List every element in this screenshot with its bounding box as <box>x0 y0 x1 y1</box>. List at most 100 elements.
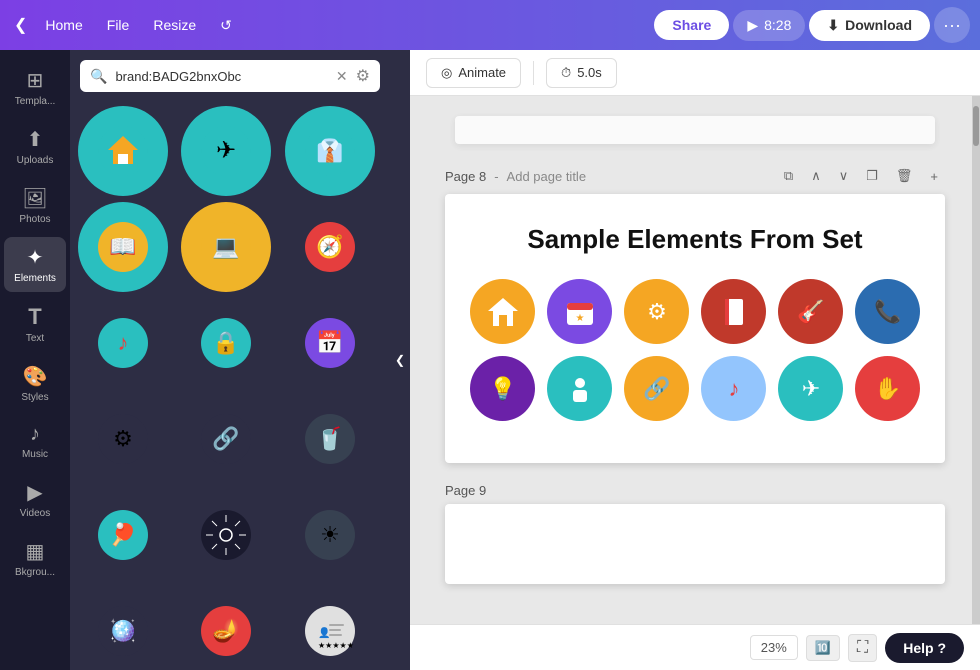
sidebar-item-photos[interactable]: 🖼 Photos <box>4 178 66 233</box>
svg-text:🏓: 🏓 <box>109 520 136 547</box>
svg-text:🪩: 🪩 <box>109 618 136 643</box>
element-pingpong[interactable]: 🏓 <box>78 490 168 580</box>
svg-text:⚙: ⚙ <box>113 426 133 451</box>
toolbar-divider <box>533 61 534 85</box>
element-home[interactable] <box>78 106 168 196</box>
share-button[interactable]: Share <box>654 10 729 40</box>
home-button[interactable]: Home <box>35 11 92 39</box>
animate-button[interactable]: ◎ Animate <box>426 58 521 88</box>
element-chain[interactable]: 🔗 <box>181 394 271 484</box>
music-icon: ♪ <box>30 423 40 446</box>
search-input[interactable] <box>115 69 327 84</box>
svg-text:🔗: 🔗 <box>213 425 240 452</box>
element-music[interactable]: ♪ <box>78 298 168 388</box>
more-options-button[interactable]: ··· <box>934 7 970 43</box>
page-copy-layout-button[interactable]: ⧉ <box>777 164 800 188</box>
sidebar-item-music[interactable]: ♪ Music <box>4 415 66 468</box>
background-icon: ▦ <box>26 539 45 564</box>
fullscreen-button[interactable]: ⛶ <box>848 634 877 662</box>
download-button[interactable]: ⬇ Download <box>809 10 930 41</box>
canvas-icon-plane[interactable]: ✈ <box>778 356 843 421</box>
file-button[interactable]: File <box>97 11 140 39</box>
svg-text:★: ★ <box>575 313 584 324</box>
element-lock[interactable]: 🔒 <box>181 298 271 388</box>
element-calendar[interactable]: 📅 <box>285 298 375 388</box>
element-laptop[interactable]: 💻 <box>181 202 271 292</box>
element-burst[interactable] <box>181 490 271 580</box>
canvas-icon-hand[interactable]: ✋ <box>855 356 920 421</box>
zoom-display[interactable]: 23% <box>750 635 798 660</box>
canvas-icon-gear[interactable]: ⚙ <box>624 279 689 344</box>
previous-page-partial <box>455 116 935 144</box>
canvas-icon-person[interactable] <box>547 356 612 421</box>
resize-button[interactable]: Resize <box>143 11 206 39</box>
element-sun[interactable]: ☀ <box>285 490 375 580</box>
page-delete-button[interactable]: 🗑 <box>889 164 920 188</box>
elements-grid: ✈ 👔 📖 💻 🧭 ♪ 🔒 📅 <box>70 102 390 670</box>
canvas-icon-chain[interactable]: 🔗 <box>624 356 689 421</box>
sidebar: ⊞ Templa... ⬆ Uploads 🖼 Photos ✦ Element… <box>0 50 70 670</box>
svg-text:💻: 💻 <box>213 234 240 259</box>
element-usercard[interactable]: 👤★★★★★ <box>285 586 375 670</box>
page8-add-title[interactable]: Add page title <box>507 169 587 184</box>
main-area: ⊞ Templa... ⬆ Uploads 🖼 Photos ✦ Element… <box>0 50 980 670</box>
play-button[interactable]: ▶ 8:28 <box>733 10 805 41</box>
header-nav: ❮ Home File Resize ↺ <box>10 11 242 40</box>
canvas-icon-calendar-star[interactable]: ★ <box>547 279 612 344</box>
element-book[interactable]: 📖 <box>78 202 168 292</box>
svg-text:🔗: 🔗 <box>643 375 670 402</box>
canvas-icon-bulb[interactable]: 💡 <box>470 356 535 421</box>
sidebar-item-videos[interactable]: ▶ Videos <box>4 472 66 527</box>
page-add-button[interactable]: + <box>923 164 945 188</box>
svg-text:★★★★★: ★★★★★ <box>318 641 354 650</box>
svg-text:📞: 📞 <box>874 297 902 324</box>
sidebar-item-templates[interactable]: ⊞ Templa... <box>4 60 66 115</box>
sidebar-item-elements[interactable]: ✦ Elements <box>4 237 66 292</box>
page8-label: Page 8 <box>445 169 486 184</box>
collapse-panel-button[interactable]: ❮ <box>390 50 410 670</box>
search-clear-icon[interactable]: ✕ <box>336 68 348 85</box>
element-compass[interactable]: 🧭 <box>285 202 375 292</box>
page-number-button[interactable]: 🔟 <box>806 635 840 661</box>
element-gear[interactable]: ⚙ <box>78 394 168 484</box>
page8-icon-row1: ★ ⚙ 🎸 📞 <box>469 279 921 344</box>
canvas-scroll[interactable]: Page 8 - Add page title ⧉ ∧ ∨ ❐ 🗑 + Samp… <box>410 96 980 624</box>
svg-text:💡: 💡 <box>489 376 516 401</box>
sidebar-item-text[interactable]: T Text <box>4 296 66 352</box>
duration-button[interactable]: ⏱ 5.0s <box>546 58 617 88</box>
uploads-icon: ⬆ <box>27 127 44 152</box>
page-duplicate-button[interactable]: ❐ <box>859 164 885 188</box>
canvas-toolbar: ◎ Animate ⏱ 5.0s <box>410 50 980 96</box>
svg-text:🔒: 🔒 <box>213 330 240 355</box>
page-move-down-button[interactable]: ∨ <box>832 164 856 188</box>
sidebar-item-background[interactable]: ▦ Bkgrou... <box>4 531 66 586</box>
svg-text:✋: ✋ <box>874 376 901 401</box>
canvas-icon-book[interactable] <box>701 279 766 344</box>
element-airplane[interactable]: ✈ <box>181 106 271 196</box>
element-waiter[interactable]: 👔 <box>285 106 375 196</box>
text-icon: T <box>28 304 41 330</box>
page8-header: Page 8 - Add page title ⧉ ∧ ∨ ❐ 🗑 + <box>445 164 945 188</box>
page8-canvas-inner: Sample Elements From Set ★ ⚙ <box>445 194 945 463</box>
undo-button[interactable]: ↺ <box>210 11 242 40</box>
element-coffee[interactable]: 🥤 <box>285 394 375 484</box>
canvas-icon-phone[interactable]: 📞 <box>855 279 920 344</box>
sidebar-item-uploads[interactable]: ⬆ Uploads <box>4 119 66 174</box>
canvas-icon-music-note[interactable]: ♪ <box>701 356 766 421</box>
svg-text:🥤: 🥤 <box>316 426 343 451</box>
svg-text:✈: ✈ <box>216 137 236 164</box>
element-lamp[interactable]: 🪔 <box>181 586 271 670</box>
canvas-icon-guitar[interactable]: 🎸 <box>778 279 843 344</box>
help-button[interactable]: Help ? <box>885 633 964 663</box>
canvas-icon-home[interactable] <box>470 279 535 344</box>
page8-icon-row2: 💡 🔗 ♪ ✈ <box>469 356 921 421</box>
styles-icon: 🎨 <box>23 364 48 389</box>
elements-icon: ✦ <box>27 245 44 270</box>
back-chevron-icon[interactable]: ❮ <box>10 11 31 39</box>
page8-title: Sample Elements From Set <box>469 224 921 255</box>
page-move-up-button[interactable]: ∧ <box>804 164 828 188</box>
sidebar-item-styles[interactable]: 🎨 Styles <box>4 356 66 411</box>
element-discoball[interactable]: 🪩 <box>78 586 168 670</box>
download-icon: ⬇ <box>827 17 839 34</box>
search-filter-icon[interactable]: ⚙ <box>356 66 370 86</box>
